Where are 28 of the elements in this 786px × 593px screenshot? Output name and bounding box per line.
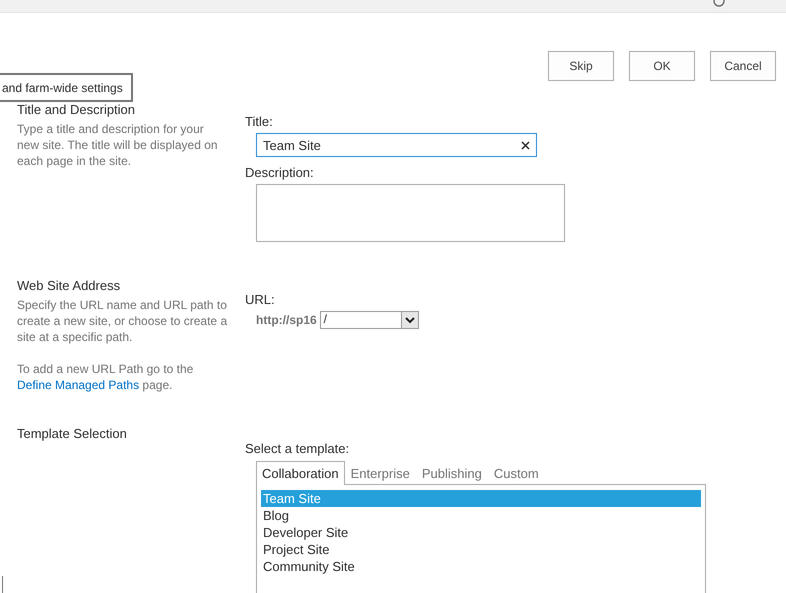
input-value: Team Site [263,138,321,152]
section-heading: Web Site Address [17,278,122,293]
clear-icon[interactable] [521,140,530,150]
action-button[interactable]: Cancel [710,51,776,81]
field-label: Description: [245,165,315,180]
url-prefix: http://sp16 [256,313,317,327]
template-item[interactable]: Blog [261,507,701,524]
url-path-dropdown[interactable]: / [320,311,419,329]
section-description: Type a title and description for your new site. The title will be displayed on each page in the site. [17,121,219,169]
section-heading: Template Selection [17,426,128,441]
action-button[interactable]: OK [629,51,695,81]
template-item[interactable]: Community Site [261,558,701,575]
section-note: To add a new URL Path go to the Define Managed Paths page. [17,361,194,393]
managed-paths-link[interactable]: Define Managed Paths [17,378,140,392]
template-list[interactable]: Team Site Blog Developer Site Project Site Community Site [256,484,706,593]
section-heading: Title and Description [17,102,136,117]
action-button[interactable]: Skip [548,51,614,81]
title-input[interactable]: Team Site [256,133,537,157]
tooltip: and farm-wide settings [0,73,133,102]
section-description: Specify the URL name and URL path to create a new site, or choose to create a site at a specific path. [17,297,228,345]
template-item[interactable]: Developer Site [261,524,701,541]
field-label: Title: [245,114,274,129]
chevron-down-icon [404,316,415,324]
template-tab[interactable]: Collaboration [256,461,345,485]
description-textarea[interactable] [256,184,565,242]
field-label: Select a template: [245,441,350,456]
template-item[interactable]: Project Site [261,541,701,558]
field-label: URL: [245,292,276,307]
